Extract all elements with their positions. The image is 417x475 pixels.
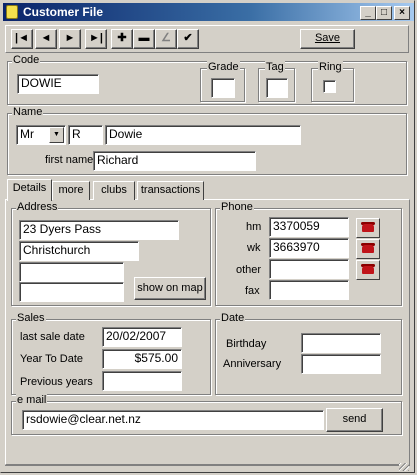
next-record-button[interactable]: ► bbox=[59, 29, 81, 49]
dial-hm-button[interactable] bbox=[356, 218, 380, 238]
confirm-record-button[interactable]: ✔ bbox=[177, 29, 199, 49]
surname-field[interactable]: Dowie bbox=[105, 125, 301, 145]
last-sale-date-label: last sale date bbox=[20, 331, 85, 343]
phone-hm-label: hm bbox=[246, 221, 262, 233]
chevron-down-icon[interactable]: ▼ bbox=[49, 127, 64, 143]
send-email-button[interactable]: send bbox=[326, 408, 383, 432]
address-group-label: Address bbox=[16, 201, 59, 213]
tag-label: Tag bbox=[265, 61, 285, 73]
maximize-button[interactable]: □ bbox=[376, 6, 392, 20]
first-name-label: first name bbox=[45, 154, 94, 166]
close-button[interactable]: × bbox=[394, 6, 410, 20]
window-title: Customer File bbox=[23, 5, 104, 19]
app-icon bbox=[6, 5, 18, 19]
tag-field[interactable] bbox=[266, 78, 288, 98]
phone-other-label: other bbox=[236, 264, 262, 276]
resize-grip-icon[interactable] bbox=[399, 463, 409, 471]
next-record-icon: ► bbox=[64, 32, 76, 44]
year-to-date-label: Year To Date bbox=[20, 353, 83, 365]
address-line-2[interactable]: Christchurch bbox=[19, 241, 139, 261]
address-line-3[interactable] bbox=[19, 262, 124, 282]
tab-details-label: Details bbox=[12, 182, 47, 194]
grade-field[interactable] bbox=[211, 78, 235, 98]
ring-checkbox[interactable] bbox=[323, 80, 336, 93]
sales-group-label: Sales bbox=[16, 312, 46, 324]
tab-more[interactable]: more bbox=[52, 181, 90, 200]
last-sale-date-field[interactable]: 20/02/2007 bbox=[102, 327, 182, 347]
code-group-label: Code bbox=[12, 54, 41, 66]
tab-clubs-label: clubs bbox=[101, 184, 127, 196]
previous-record-icon: ◄ bbox=[40, 32, 52, 44]
title-select-value: Mr bbox=[20, 127, 34, 141]
initial-field[interactable]: R bbox=[68, 125, 103, 145]
last-record-button[interactable]: ►| bbox=[85, 29, 107, 49]
show-on-map-label: show on map bbox=[137, 282, 203, 294]
birthday-label: Birthday bbox=[226, 338, 267, 350]
date-group-label: Date bbox=[220, 312, 246, 324]
phone-hm-field[interactable]: 3370059 bbox=[269, 217, 349, 237]
edit-record-button[interactable]: ∠ bbox=[155, 29, 177, 49]
add-record-button[interactable]: ✚ bbox=[111, 29, 133, 49]
phone-wk-field[interactable]: 3663970 bbox=[269, 238, 349, 258]
phone-fax-label: fax bbox=[245, 285, 260, 297]
phone-fax-field[interactable] bbox=[269, 280, 349, 300]
delete-record-button[interactable]: ▬ bbox=[133, 29, 155, 49]
phone-wk-label: wk bbox=[247, 242, 261, 254]
previous-record-button[interactable]: ◄ bbox=[35, 29, 57, 49]
last-record-icon: ►| bbox=[89, 32, 103, 44]
save-button[interactable]: Save bbox=[300, 29, 355, 49]
tab-transactions-label: transactions bbox=[140, 184, 201, 196]
first-record-icon: |◄ bbox=[15, 32, 29, 44]
name-group-label: Name bbox=[12, 106, 44, 118]
minimize-button[interactable]: _ bbox=[360, 6, 376, 20]
tab-more-label: more bbox=[58, 184, 84, 196]
email-field[interactable]: rsdowie@clear.net.nz bbox=[22, 410, 324, 430]
delete-record-icon: ▬ bbox=[138, 32, 150, 44]
tab-transactions[interactable]: transactions bbox=[137, 181, 204, 200]
tab-clubs[interactable]: clubs bbox=[93, 181, 135, 200]
customer-file-window: Customer File _ □ × |◄ ◄ ► ►| ✚ ▬ ∠ ✔ Save Code… bbox=[0, 0, 415, 473]
previous-years-field[interactable] bbox=[102, 371, 182, 391]
edit-record-icon: ∠ bbox=[161, 32, 171, 44]
title-bar[interactable]: Customer File _ □ × bbox=[3, 3, 414, 21]
address-line-1[interactable]: 23 Dyers Pass bbox=[19, 220, 179, 240]
show-on-map-button[interactable]: show on map bbox=[134, 277, 206, 300]
previous-years-label: Previous years bbox=[20, 376, 93, 388]
phone-group-label: Phone bbox=[220, 201, 254, 213]
status-bar bbox=[5, 465, 410, 471]
anniversary-label: Anniversary bbox=[223, 358, 282, 370]
tab-details[interactable]: Details bbox=[7, 179, 52, 201]
ring-label: Ring bbox=[318, 61, 343, 73]
first-record-button[interactable]: |◄ bbox=[11, 29, 33, 49]
dial-wk-button[interactable] bbox=[356, 239, 380, 259]
confirm-record-icon: ✔ bbox=[183, 32, 193, 44]
send-label: send bbox=[342, 413, 367, 425]
code-field[interactable]: DOWIE bbox=[17, 74, 99, 94]
phone-other-field[interactable] bbox=[269, 259, 349, 279]
first-name-field[interactable]: Richard bbox=[93, 151, 256, 171]
address-line-4[interactable] bbox=[19, 282, 124, 302]
save-label: Save bbox=[314, 32, 341, 44]
year-to-date-field[interactable]: $575.00 bbox=[102, 349, 182, 369]
anniversary-field[interactable] bbox=[301, 354, 381, 374]
grade-label: Grade bbox=[207, 61, 240, 73]
dial-other-button[interactable] bbox=[356, 260, 380, 280]
birthday-field[interactable] bbox=[301, 333, 381, 353]
email-group-label: e mail bbox=[16, 394, 48, 406]
add-record-icon: ✚ bbox=[117, 32, 127, 44]
title-select[interactable]: Mr ▼ bbox=[16, 125, 66, 145]
